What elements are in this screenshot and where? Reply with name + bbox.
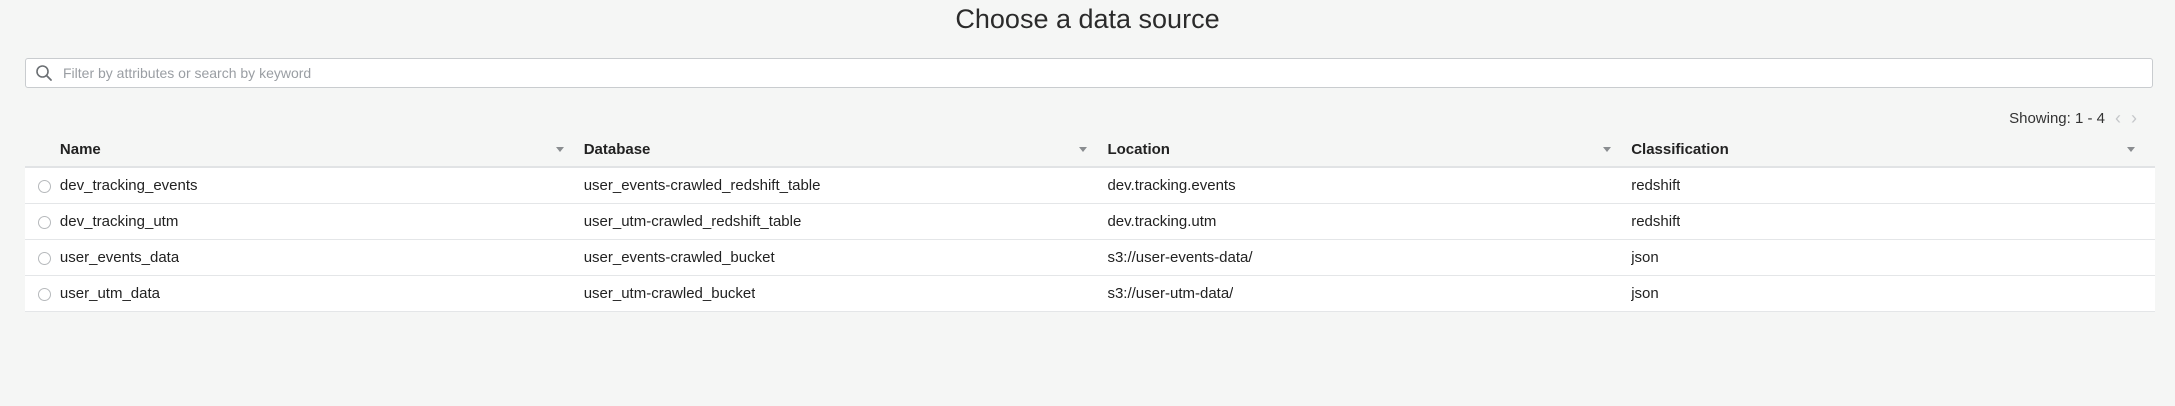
table-row[interactable]: dev_tracking_utm user_utm-crawled_redshi… [25,204,2155,240]
row-radio[interactable] [37,216,51,229]
cell-name: dev_tracking_utm [59,213,179,230]
cell-location: dev.tracking.events [1107,177,1236,194]
cell-classification: redshift [1631,177,1681,194]
cell-name: user_events_data [59,249,180,266]
column-header-classification[interactable]: Classification [1631,141,2155,158]
column-header-database[interactable]: Database [584,141,1108,158]
table-row[interactable]: user_utm_data user_utm-crawled_bucket s3… [25,276,2155,312]
caret-down-icon[interactable] [1603,146,1612,152]
cell-database: user_utm-crawled_redshift_table [583,213,802,230]
caret-down-icon[interactable] [555,146,564,152]
data-source-table: Name Database Location Classification de… [25,133,2155,312]
cell-location: s3://user-utm-data/ [1107,285,1234,302]
pagination-status: Showing: 1 - 4 [2009,109,2105,127]
pagination: Showing: 1 - 4 ‹ › [2009,108,2137,128]
cell-location: s3://user-events-data/ [1107,249,1253,266]
chevron-right-icon[interactable]: › [2131,109,2137,127]
cell-location: dev.tracking.utm [1107,213,1217,230]
cell-database: user_events-crawled_bucket [583,249,775,266]
caret-down-icon[interactable] [2126,146,2135,152]
search-input[interactable] [57,65,2152,81]
page-title: Choose a data source [955,4,1220,34]
column-header-location[interactable]: Location [1107,141,1631,158]
row-radio[interactable] [37,252,51,265]
row-radio[interactable] [37,288,51,301]
row-radio[interactable] [37,180,51,193]
search-icon [31,59,57,87]
cell-classification: redshift [1631,213,1681,230]
search-bar[interactable] [25,58,2153,88]
table-header: Name Database Location Classification [25,133,2155,168]
chevron-left-icon[interactable]: ‹ [2115,109,2121,127]
cell-name: dev_tracking_events [59,177,198,194]
cell-classification: json [1631,285,1659,302]
table-row[interactable]: user_events_data user_events-crawled_buc… [25,240,2155,276]
cell-database: user_utm-crawled_bucket [583,285,756,302]
table-row[interactable]: dev_tracking_events user_events-crawled_… [25,168,2155,204]
cell-classification: json [1631,249,1659,266]
cell-name: user_utm_data [59,285,160,302]
caret-down-icon[interactable] [1079,146,1088,152]
cell-database: user_events-crawled_redshift_table [583,177,821,194]
column-header-name[interactable]: Name [60,141,584,158]
